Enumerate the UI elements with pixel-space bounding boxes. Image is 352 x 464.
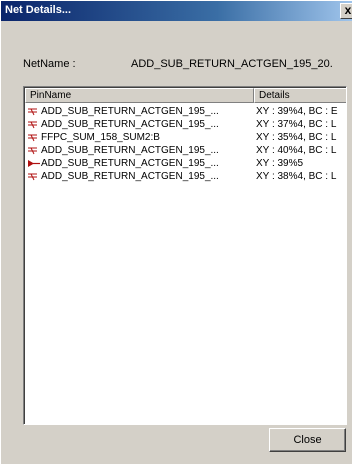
netname-value: ADD_SUB_RETURN_ACTGEN_195_20. bbox=[131, 58, 333, 70]
pin-detail-cell: XY : 40%4, BC : L bbox=[256, 145, 337, 156]
column-header-pinname[interactable]: PinName bbox=[25, 88, 254, 103]
list-item[interactable]: ADD_SUB_RETURN_ACTGEN_195_... XY : 40%4, … bbox=[25, 144, 346, 157]
pin-detail-cell: XY : 39%4, BC : E bbox=[256, 106, 338, 117]
column-header-details[interactable]: Details bbox=[254, 88, 346, 103]
pin-output-icon bbox=[28, 107, 38, 116]
list-item[interactable]: ADD_SUB_RETURN_ACTGEN_195_... XY : 39%5 bbox=[25, 157, 346, 170]
pin-name-cell: FFPC_SUM_158_SUM2:B bbox=[41, 132, 160, 143]
pin-driver-icon bbox=[28, 159, 40, 168]
list-item[interactable]: ADD_SUB_RETURN_ACTGEN_195_... XY : 39%4, … bbox=[25, 105, 346, 118]
list-item[interactable]: ADD_SUB_RETURN_ACTGEN_195_... XY : 38%4, … bbox=[25, 170, 346, 183]
pin-name-cell: ADD_SUB_RETURN_ACTGEN_195_... bbox=[41, 171, 219, 182]
pin-name-cell: ADD_SUB_RETURN_ACTGEN_195_... bbox=[41, 106, 219, 117]
close-window-button[interactable]: x bbox=[340, 3, 352, 19]
pin-detail-cell: XY : 38%4, BC : L bbox=[256, 171, 337, 182]
list-item[interactable]: ADD_SUB_RETURN_ACTGEN_195_... XY : 37%4, … bbox=[25, 118, 346, 131]
pin-name-cell: ADD_SUB_RETURN_ACTGEN_195_... bbox=[41, 158, 219, 169]
netname-label: NetName : bbox=[23, 58, 76, 70]
pin-detail-cell: XY : 37%4, BC : L bbox=[256, 119, 337, 130]
pin-output-icon bbox=[28, 172, 38, 181]
pin-list[interactable]: PinName Details ADD_SUB_RETURN_ACTGEN_19… bbox=[23, 86, 347, 425]
title-bar[interactable]: Net Details... x bbox=[1, 1, 352, 21]
pin-name-cell: ADD_SUB_RETURN_ACTGEN_195_... bbox=[41, 145, 219, 156]
window-title: Net Details... bbox=[5, 4, 72, 16]
pin-detail-cell: XY : 39%5 bbox=[256, 158, 304, 169]
pin-output-icon bbox=[28, 133, 38, 142]
net-details-dialog: Net Details... x NetName : ADD_SUB_RETUR… bbox=[0, 0, 352, 464]
pin-output-icon bbox=[28, 120, 38, 129]
pin-name-cell: ADD_SUB_RETURN_ACTGEN_195_... bbox=[41, 119, 219, 130]
list-item[interactable]: FFPC_SUM_158_SUM2:B XY : 35%4, BC : L bbox=[25, 131, 346, 144]
close-button[interactable]: Close bbox=[269, 428, 346, 452]
pin-detail-cell: XY : 35%4, BC : L bbox=[256, 132, 337, 143]
pin-output-icon bbox=[28, 146, 38, 155]
list-header: PinName Details bbox=[25, 88, 346, 103]
